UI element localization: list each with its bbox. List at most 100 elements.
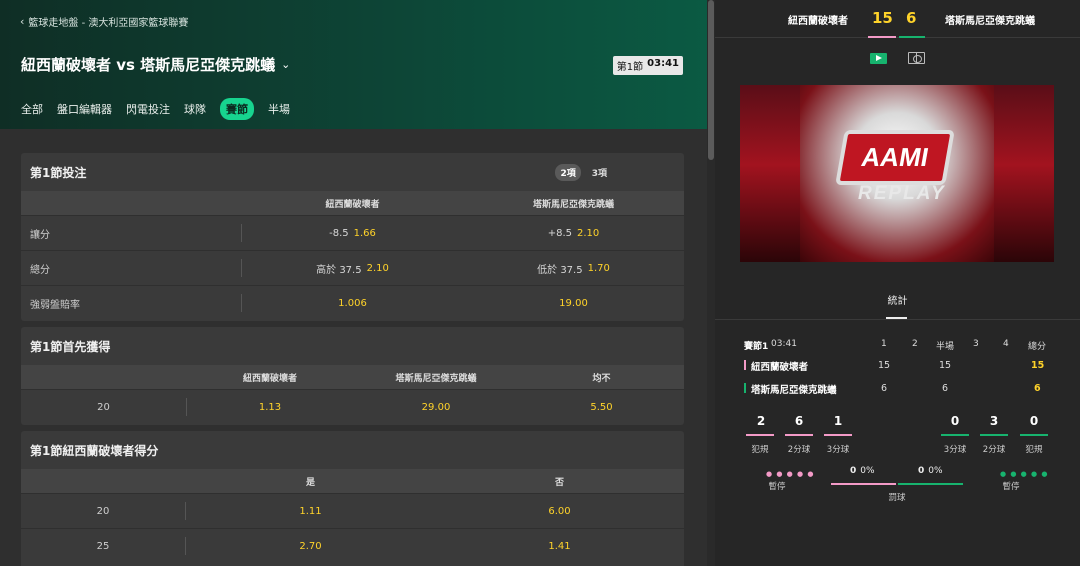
col-neither: 均不 bbox=[592, 373, 611, 384]
odds-button[interactable]: 1.006 bbox=[242, 286, 463, 320]
tab-bet-builder[interactable]: 盤口編輯器 bbox=[57, 101, 112, 117]
market-card-team-points: 第1節紐西蘭破壞者得分 是 否 20 1.11 6.00 25 2.70 1.4… bbox=[21, 431, 684, 566]
odds-value: 1.006 bbox=[338, 297, 367, 309]
ft-made: 0 bbox=[850, 466, 857, 476]
stat-label: 犯規 bbox=[751, 445, 769, 455]
match-title[interactable]: 紐西蘭破壞者 vs 塔斯馬尼亞傑克跳蟻 bbox=[21, 54, 275, 75]
video-player[interactable]: AAMI REPLAY bbox=[740, 85, 1054, 262]
game-clock: 03:41 bbox=[647, 58, 679, 69]
odds-button[interactable]: 29.00 bbox=[353, 390, 519, 424]
scoreboard: 紐西蘭破壞者 15 6 塔斯馬尼亞傑克跳蟻 bbox=[715, 0, 1080, 38]
table-row: 20 1.13 29.00 5.50 bbox=[21, 389, 684, 424]
col-q1: 1 bbox=[881, 339, 887, 349]
row-label: 讓分 bbox=[30, 229, 50, 241]
market-tabs: 全部 盤口編輯器 閃電投注 球隊 賽節 半場 bbox=[21, 98, 290, 120]
team-a-ft-bar bbox=[831, 483, 896, 485]
tab-half[interactable]: 半場 bbox=[268, 101, 290, 117]
table-row: 讓分 -8.5 1.66 +8.5 2.10 bbox=[21, 215, 684, 250]
stats-clock: 03:41 bbox=[771, 339, 797, 349]
team-b-3pt: 0 bbox=[950, 414, 960, 428]
tab-flash-bet[interactable]: 閃電投注 bbox=[126, 101, 170, 117]
card-title[interactable]: 第1節首先獲得 bbox=[21, 327, 684, 365]
odds-button[interactable]: 1.13 bbox=[187, 390, 353, 424]
match-title-row[interactable]: 紐西蘭破壞者 vs 塔斯馬尼亞傑克跳蟻 ⌄ bbox=[21, 54, 290, 75]
col-team-a: 紐西蘭破壞者 bbox=[242, 373, 297, 384]
card-title[interactable]: 第1節紐西蘭破壞者得分 bbox=[21, 431, 684, 469]
col-total: 總分 bbox=[1028, 342, 1047, 352]
team-b-q1: 6 bbox=[881, 383, 888, 394]
tab-quarters[interactable]: 賽節 bbox=[220, 98, 254, 120]
row-label: 20 bbox=[97, 401, 110, 413]
table-row: 總分 高於 37.5 2.10 低於 37.5 1.70 bbox=[21, 250, 684, 285]
toggle-2-way[interactable]: 2項 bbox=[555, 164, 581, 181]
odds-button[interactable]: 5.50 bbox=[519, 390, 684, 424]
col-team-b: 塔斯馬尼亞傑克跳蟻 bbox=[395, 373, 477, 384]
team-b-timeout-dots: ● ● ● ● ● bbox=[1000, 470, 1049, 478]
odds-button[interactable]: +8.5 2.10 bbox=[463, 216, 684, 250]
odds-button[interactable]: 1.11 bbox=[186, 494, 435, 528]
chevron-left-icon[interactable]: ‹ bbox=[20, 15, 24, 28]
column-header: 紐西蘭破壞者 塔斯馬尼亞傑克跳蟻 bbox=[21, 191, 684, 215]
row-label: 總分 bbox=[30, 264, 50, 276]
team-a-underline bbox=[785, 434, 813, 436]
page: ‹ 籃球走地盤 - 澳大利亞國家籃球聯賽 紐西蘭破壞者 vs 塔斯馬尼亞傑克跳蟻… bbox=[0, 0, 1080, 566]
handicap: +8.5 bbox=[547, 227, 573, 239]
odds-button[interactable]: 1.41 bbox=[435, 529, 684, 563]
team-b-fouls: 0 bbox=[1029, 414, 1039, 428]
team-b-total: 6 bbox=[1034, 383, 1041, 394]
breadcrumb[interactable]: ‹ 籃球走地盤 - 澳大利亞國家籃球聯賽 bbox=[20, 14, 188, 29]
col-q4: 4 bbox=[1003, 339, 1009, 349]
odds-button[interactable]: 2.70 bbox=[186, 529, 435, 563]
odds-button[interactable]: 19.00 bbox=[463, 286, 684, 320]
team-a-underline bbox=[824, 434, 852, 436]
video-background bbox=[994, 85, 1054, 262]
video-icon[interactable] bbox=[870, 53, 887, 64]
team-a-3pt: 1 bbox=[833, 414, 843, 428]
team-b-free-throw: 0 0% bbox=[918, 466, 943, 476]
odds-value: 1.66 bbox=[353, 227, 376, 239]
live-panel: 紐西蘭破壞者 15 6 塔斯馬尼亞傑克跳蟻 AAMI REPLAY 統計 賽節1… bbox=[715, 0, 1080, 566]
court-icon[interactable] bbox=[908, 52, 925, 64]
toggle-3-way[interactable]: 3項 bbox=[587, 164, 612, 181]
scrollbar[interactable] bbox=[707, 0, 715, 566]
team-a-timeout-dots: ● ● ● ● ● bbox=[766, 470, 815, 478]
handicap: 高於 37.5 bbox=[316, 264, 362, 276]
timeout-label: 暫停 bbox=[1002, 482, 1020, 492]
scrollbar-thumb[interactable] bbox=[708, 0, 714, 160]
row-label: 20 bbox=[96, 505, 110, 517]
col-team-a: 紐西蘭破壞者 bbox=[325, 199, 380, 210]
odds-button[interactable]: 低於 37.5 1.70 bbox=[463, 251, 684, 285]
video-background bbox=[740, 85, 800, 262]
team-b-underline bbox=[1020, 434, 1048, 436]
team-b-color-bar bbox=[899, 36, 925, 38]
stat-label: 犯規 bbox=[1025, 445, 1043, 455]
col-no: 否 bbox=[554, 477, 564, 488]
team-a-free-throw: 0 0% bbox=[850, 466, 875, 476]
card-title[interactable]: 第1節投注 2項 3項 bbox=[21, 153, 684, 191]
card-title-text: 第1節紐西蘭破壞者得分 bbox=[30, 443, 159, 458]
team-b-marker bbox=[744, 383, 746, 393]
team-b-name: 塔斯馬尼亞傑克跳蟻 bbox=[945, 16, 1035, 27]
odds-button[interactable]: -8.5 1.66 bbox=[242, 216, 463, 250]
tab-teams[interactable]: 球隊 bbox=[184, 101, 206, 117]
market-card-first-to: 第1節首先獲得 紐西蘭破壞者 塔斯馬尼亞傑克跳蟻 均不 20 1.13 29.0… bbox=[21, 327, 684, 425]
odds-value: 2.10 bbox=[577, 227, 600, 239]
breadcrumb-text[interactable]: 籃球走地盤 - 澳大利亞國家籃球聯賽 bbox=[28, 14, 188, 29]
odds-value: 19.00 bbox=[559, 297, 588, 309]
way-toggle: 2項 3項 bbox=[555, 164, 612, 181]
column-header: 紐西蘭破壞者 塔斯馬尼亞傑克跳蟻 均不 bbox=[21, 365, 684, 389]
stat-label: 2分球 bbox=[787, 445, 811, 455]
odds-button[interactable]: 高於 37.5 2.10 bbox=[242, 251, 463, 285]
card-title-text: 第1節投注 bbox=[30, 165, 87, 180]
team-b-underline bbox=[941, 434, 969, 436]
tab-stats[interactable]: 統計 bbox=[715, 292, 1080, 307]
ft-pct: 0% bbox=[860, 466, 875, 476]
odds-button[interactable]: 6.00 bbox=[435, 494, 684, 528]
markets-pane: ‹ 籃球走地盤 - 澳大利亞國家籃球聯賽 紐西蘭破壞者 vs 塔斯馬尼亞傑克跳蟻… bbox=[0, 0, 707, 566]
stat-label: 2分球 bbox=[982, 445, 1006, 455]
tab-all[interactable]: 全部 bbox=[21, 101, 43, 117]
stat-label: 3分球 bbox=[826, 445, 850, 455]
table-row: 強弱盤賠率 1.006 19.00 bbox=[21, 285, 684, 320]
team-b-2pt: 3 bbox=[989, 414, 999, 428]
chevron-down-icon[interactable]: ⌄ bbox=[281, 58, 290, 71]
